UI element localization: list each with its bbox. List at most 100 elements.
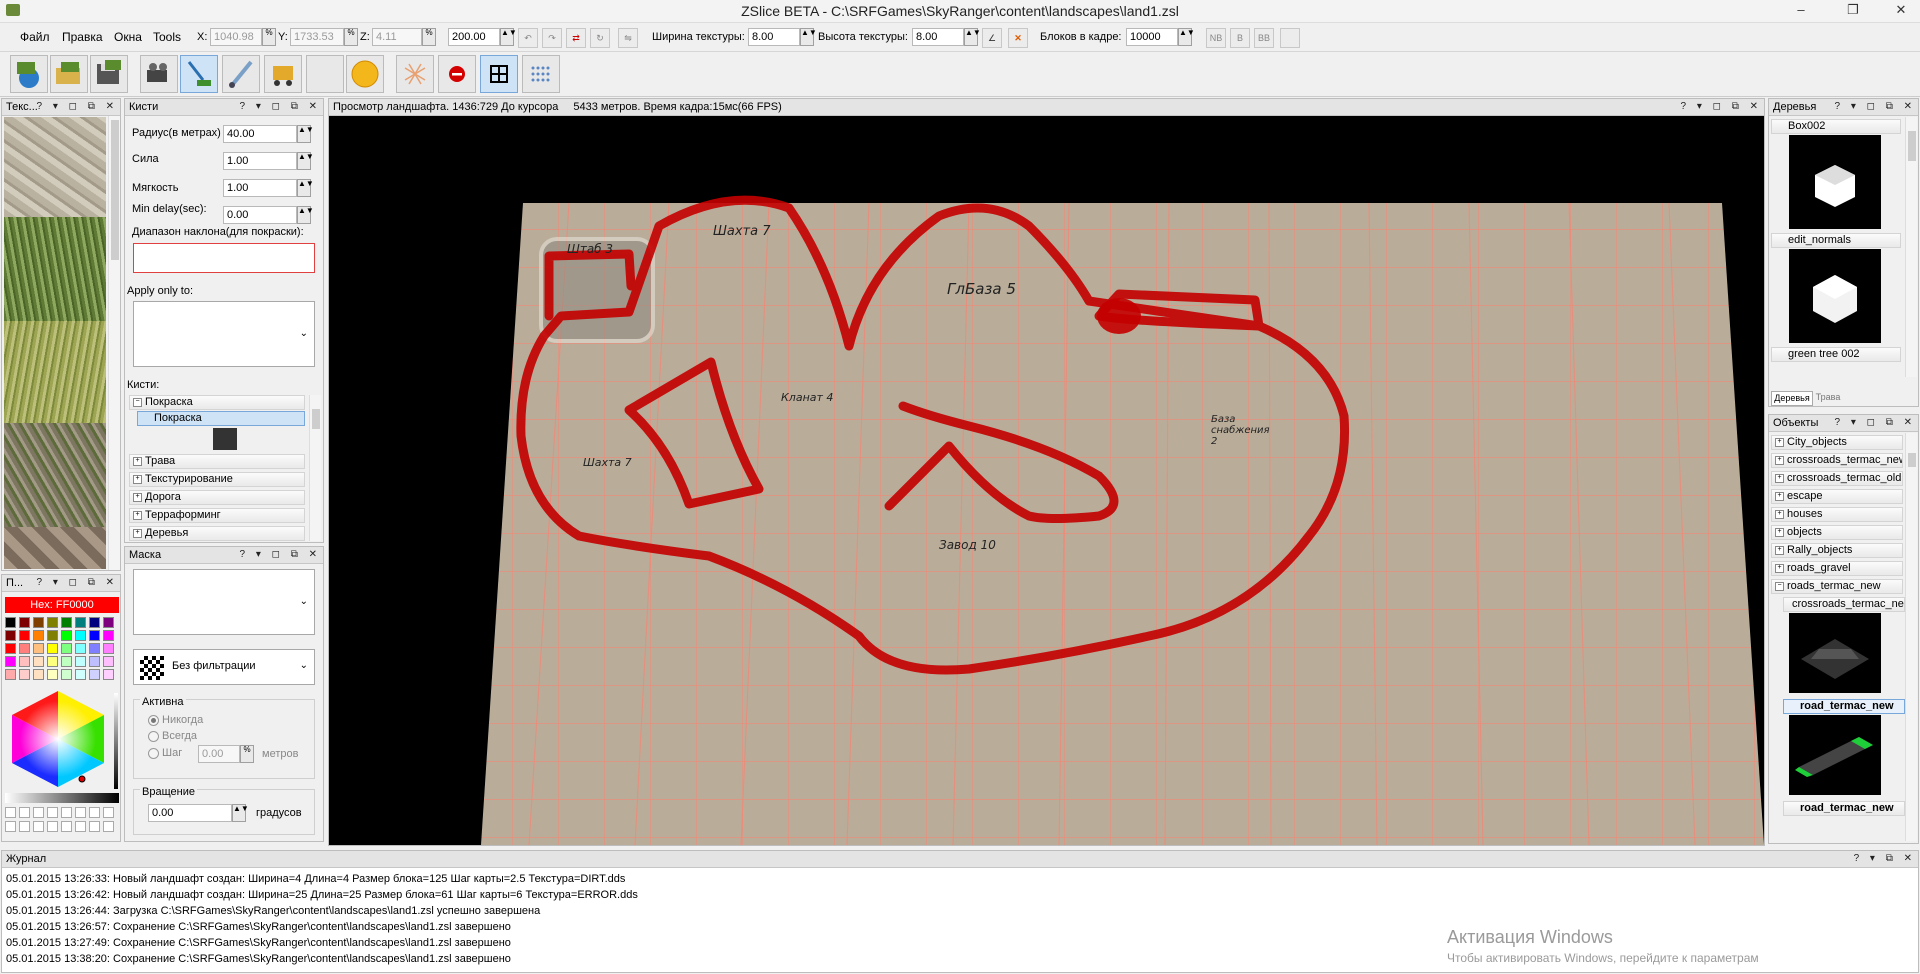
blocks-field[interactable]: 10000 (1126, 28, 1178, 46)
object-road-termac-2[interactable]: road_termac_new (1783, 801, 1905, 816)
sun-icon[interactable] (346, 55, 384, 93)
color-swatch[interactable] (19, 643, 30, 654)
custom-color-slot[interactable] (103, 807, 114, 818)
custom-color-slot[interactable] (89, 807, 100, 818)
custom-color-slot[interactable] (103, 821, 114, 832)
color-swatch[interactable] (33, 630, 44, 641)
dots-grid-icon[interactable] (522, 55, 560, 93)
color-swatch[interactable] (5, 630, 16, 641)
strength-field[interactable]: 1.00 (223, 152, 297, 170)
object-preview-crossroads[interactable] (1789, 613, 1881, 693)
x-coord-field[interactable]: 1040.98 (210, 28, 262, 46)
minimize-button[interactable]: – (1784, 0, 1818, 20)
object-category-crossroads-old[interactable]: + crossroads_termac_old (1771, 471, 1903, 486)
brush-tool-icon[interactable] (180, 55, 218, 93)
bb-button[interactable]: BB (1254, 28, 1274, 48)
object-road-termac-1[interactable]: road_termac_new (1783, 699, 1905, 714)
object-category-city[interactable]: + City_objects (1771, 435, 1903, 450)
brush-size-field[interactable]: 200.00 (448, 28, 500, 46)
open-landscape-icon[interactable] (50, 55, 88, 93)
menu-file[interactable]: Файл (20, 30, 50, 44)
color-swatch[interactable] (75, 643, 86, 654)
close-button[interactable]: ✕ (1884, 0, 1918, 20)
color-swatch[interactable] (103, 630, 114, 641)
brush-tree-scrollbar[interactable] (309, 395, 321, 541)
rotate-icon[interactable]: ↻ (590, 28, 610, 48)
color-swatch[interactable] (89, 656, 100, 667)
color-swatch[interactable] (19, 630, 30, 641)
z-toggle-icon[interactable]: % (422, 28, 436, 46)
category-terraforming[interactable]: + Терраформинг (129, 508, 305, 523)
custom-color-slot[interactable] (89, 821, 100, 832)
category-road[interactable]: + Дорога (129, 490, 305, 505)
tree-item-box002[interactable]: Box002 (1771, 119, 1901, 134)
color-swatch[interactable] (33, 617, 44, 628)
empty-tool-button[interactable] (306, 55, 344, 93)
color-swatch[interactable] (103, 656, 114, 667)
custom-color-slot[interactable] (5, 821, 16, 832)
custom-color-slot[interactable] (61, 807, 72, 818)
b-button[interactable]: B (1230, 28, 1250, 48)
strength-stepper[interactable]: ▲▼ (297, 152, 314, 170)
color-swatch[interactable] (75, 617, 86, 628)
color-swatch[interactable] (19, 617, 30, 628)
color-swatch[interactable] (5, 669, 16, 680)
color-swatch[interactable] (89, 669, 100, 680)
texture-reset-icon[interactable]: ✕ (1008, 28, 1028, 48)
mask-filter-dropdown[interactable]: Без фильтрации ⌄ (133, 649, 315, 685)
softness-stepper[interactable]: ▲▼ (297, 179, 314, 197)
custom-color-slot[interactable] (75, 821, 86, 832)
objects-scrollbar[interactable] (1905, 433, 1917, 841)
color-swatch[interactable] (33, 669, 44, 680)
save-landscape-icon[interactable] (90, 55, 128, 93)
color-wheel[interactable] (4, 689, 112, 789)
texture-tiles[interactable] (4, 527, 106, 569)
texture-angle-icon[interactable]: ∠ (982, 28, 1002, 48)
nb-button[interactable]: NB (1206, 28, 1226, 48)
color-swatch[interactable] (75, 630, 86, 641)
color-swatch[interactable] (61, 643, 72, 654)
custom-color-slot[interactable] (19, 807, 30, 818)
color-swatch[interactable] (33, 656, 44, 667)
y-coord-field[interactable]: 1733.53 (290, 28, 344, 46)
category-grass[interactable]: + Трава (129, 454, 305, 469)
custom-color-slot[interactable] (75, 807, 86, 818)
grid-view-icon[interactable] (480, 55, 518, 93)
extra-button[interactable] (1280, 28, 1300, 48)
object-category-houses[interactable]: + houses (1771, 507, 1903, 522)
undo-icon[interactable]: ↶ (518, 28, 538, 48)
menu-windows[interactable]: Окна (114, 30, 142, 44)
color-swatch[interactable] (47, 630, 58, 641)
step-stepper[interactable]: % (240, 745, 254, 763)
softness-field[interactable]: 1.00 (223, 179, 297, 197)
color-swatch[interactable] (33, 643, 44, 654)
color-swatch[interactable] (47, 617, 58, 628)
object-category-rally[interactable]: + Rally_objects (1771, 543, 1903, 558)
brush-size-stepper[interactable]: ▲▼ (500, 28, 517, 46)
brush-painting-selected[interactable]: Покраска (137, 411, 305, 426)
custom-color-slot[interactable] (61, 821, 72, 832)
color-swatch[interactable] (5, 656, 16, 667)
texture-list[interactable] (4, 117, 106, 569)
texture-grass-dry[interactable] (4, 321, 106, 423)
custom-color-slot[interactable] (33, 821, 44, 832)
texture-grass-dark[interactable] (4, 217, 106, 321)
color-swatch[interactable] (103, 669, 114, 680)
hex-color-display[interactable]: Hex: FF0000 (5, 597, 119, 613)
color-swatch[interactable] (19, 656, 30, 667)
mask-dropdown[interactable]: ⌄ (133, 569, 315, 635)
x-toggle-icon[interactable]: % (262, 28, 276, 46)
tab-trees[interactable]: Деревья (1771, 391, 1813, 406)
step-field[interactable]: 0.00 (198, 745, 240, 763)
custom-colors[interactable] (5, 807, 119, 837)
trees-scrollbar[interactable] (1905, 117, 1917, 377)
color-swatch[interactable] (75, 669, 86, 680)
category-painting[interactable]: − Покраска (129, 395, 305, 410)
color-swatches[interactable] (5, 617, 119, 683)
tex-width-stepper[interactable]: ▲▼ (800, 28, 817, 46)
color-swatch[interactable] (89, 643, 100, 654)
rotation-stepper[interactable]: ▲▼ (232, 804, 249, 822)
color-swatch[interactable] (5, 617, 16, 628)
color-swatch[interactable] (47, 643, 58, 654)
texture-cracked-ground[interactable] (4, 117, 106, 217)
